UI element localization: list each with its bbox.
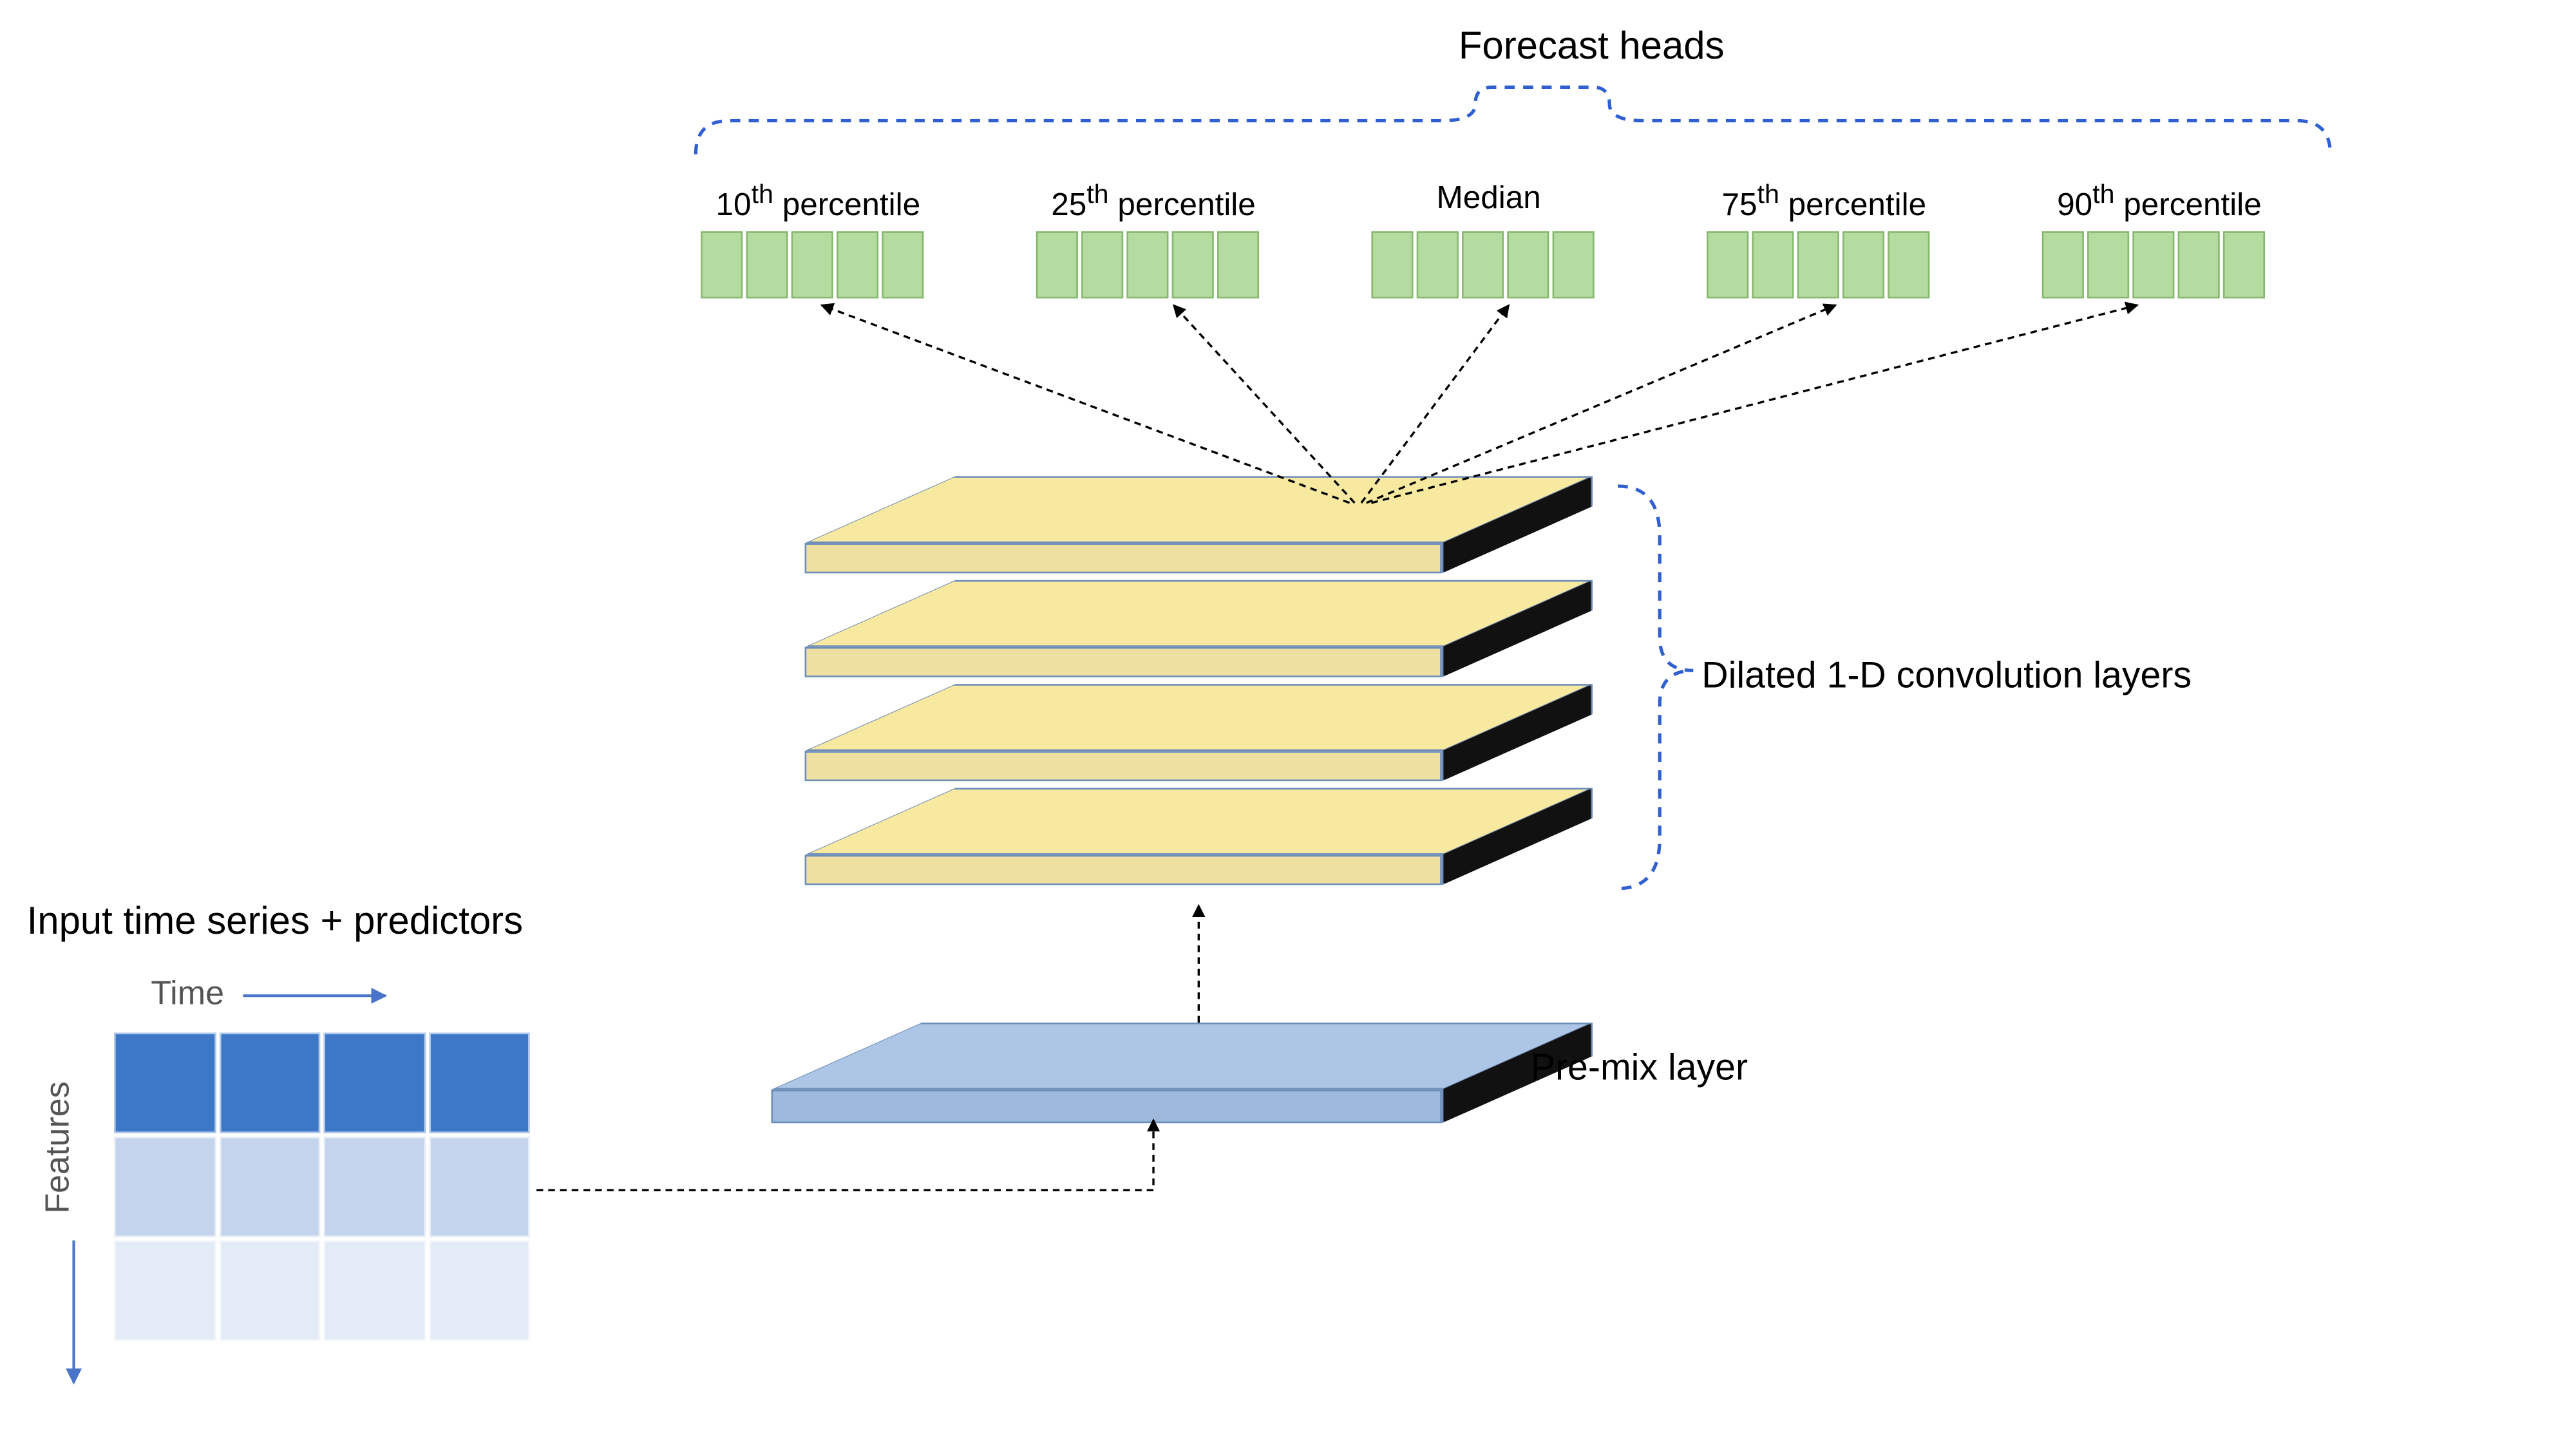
forecast-head-group xyxy=(1707,231,1929,298)
forecast-head-cell xyxy=(882,231,923,298)
forecast-head-cell xyxy=(2223,231,2265,298)
forecast-head-cell xyxy=(1036,231,1078,298)
input-title: Input time series + predictors xyxy=(27,898,523,943)
forecast-head-cell xyxy=(1126,231,1168,298)
forecast-head-cell xyxy=(1462,231,1504,298)
input-grid-cell xyxy=(114,1137,215,1237)
input-grid-cell xyxy=(219,1033,320,1133)
forecast-head-cell xyxy=(1553,231,1595,298)
input-grid-cell xyxy=(323,1240,424,1341)
forecast-heads-title: Forecast heads xyxy=(1459,23,1725,68)
forecast-head-cell xyxy=(1888,231,1929,298)
input-yaxis-label: Features xyxy=(40,1081,79,1213)
input-xaxis-label: Time xyxy=(151,976,224,1014)
forecast-head-cell xyxy=(2087,231,2129,298)
input-grid-cell xyxy=(428,1137,529,1237)
forecast-head-cell xyxy=(791,231,833,298)
forecast-head-cell xyxy=(1217,231,1259,298)
forecast-head-group xyxy=(2042,231,2265,298)
forecast-head-cell xyxy=(2132,231,2174,298)
forecast-heads-brace xyxy=(696,87,2330,154)
forecast-head-group xyxy=(701,231,923,298)
forecast-head-cell xyxy=(1707,231,1748,298)
dilated-layers-label: Dilated 1-D convolution layers xyxy=(1701,654,2192,697)
input-to-premix-arrow xyxy=(536,1120,1153,1190)
forecast-head-cell xyxy=(1172,231,1214,298)
premix-label: Pre-mix layer xyxy=(1531,1046,1748,1090)
forecast-head-cell xyxy=(1507,231,1549,298)
forecast-head-label: 75th percentile xyxy=(1690,181,1958,225)
forecast-head-cell xyxy=(701,231,743,298)
input-grid-cell xyxy=(219,1240,320,1341)
forecast-head-label: Median xyxy=(1354,181,1623,218)
input-grid-cell xyxy=(428,1240,529,1341)
input-grid-cell xyxy=(114,1033,215,1133)
input-grid-cell xyxy=(323,1033,424,1133)
forecast-head-cell xyxy=(2042,231,2084,298)
forecast-head-cell xyxy=(1417,231,1459,298)
forecast-head-cell xyxy=(2178,231,2220,298)
input-grid-cell xyxy=(323,1137,424,1237)
forecast-head-label: 90th percentile xyxy=(2025,181,2294,225)
input-grid-cell xyxy=(219,1137,320,1237)
forecast-head-cell xyxy=(1081,231,1123,298)
input-grid-cell xyxy=(114,1240,215,1341)
forecast-head-label: 25th percentile xyxy=(1019,181,1288,225)
dilated-layers-brace xyxy=(1618,486,1693,889)
forecast-head-cell xyxy=(1797,231,1839,298)
forecast-head-cell xyxy=(1842,231,1884,298)
forecast-head-group xyxy=(1036,231,1259,298)
forecast-head-cell xyxy=(1371,231,1413,298)
forecast-head-cell xyxy=(746,231,788,298)
forecast-head-group xyxy=(1371,231,1594,298)
input-grid xyxy=(114,1033,530,1341)
input-grid-cell xyxy=(428,1033,529,1133)
forecast-head-cell xyxy=(837,231,878,298)
forecast-head-label: 10th percentile xyxy=(684,181,952,225)
forecast-head-cell xyxy=(1752,231,1794,298)
fanout-arrows xyxy=(822,305,2138,503)
